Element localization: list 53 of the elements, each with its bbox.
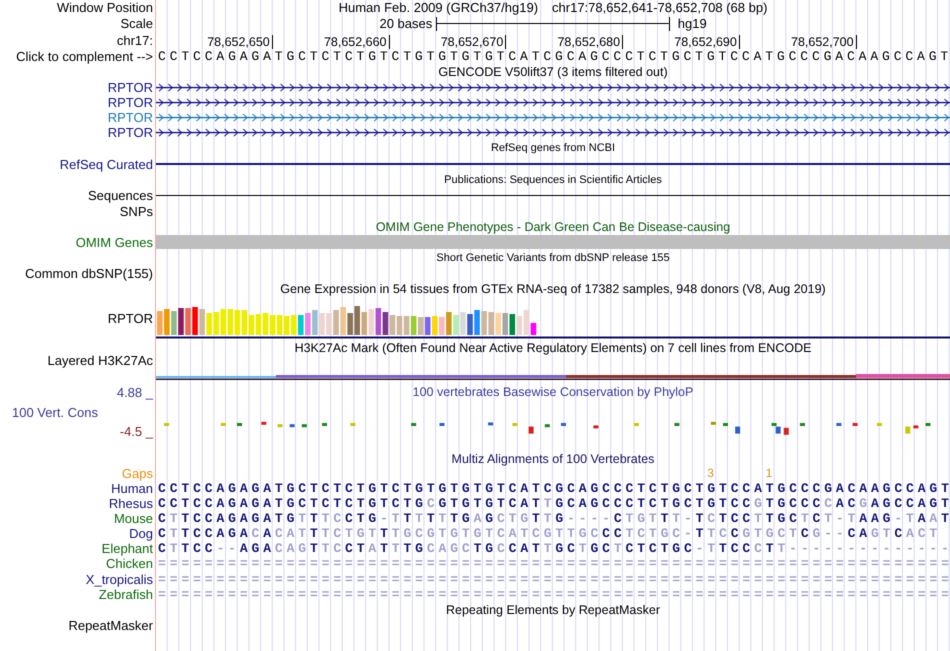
track-title: Publications: Sequences in Scientific Articles	[444, 174, 662, 186]
complement-link[interactable]: Click to complement -->	[0, 48, 155, 64]
track-label: Scale	[119, 16, 154, 32]
track-title: 100 vertebrates Basewise Conservation by PhyloP	[412, 385, 694, 400]
gap-count: 1	[764, 466, 774, 480]
track-label: Window Position	[56, 0, 154, 16]
ruler-tick-label: 78,652,690	[623, 34, 740, 49]
ruler-tick-label: 78,652,680	[506, 34, 624, 49]
track-label[interactable]: RPTOR	[0, 80, 155, 95]
axis-max-label: 4.88 _	[116, 385, 153, 400]
track-label[interactable]: Layered H3K27Ac	[0, 353, 155, 368]
track-title: Gene Expression in 54 tissues from GTEx RNA-seq of 17382 samples, 948 donors (V8, Aug 2019)	[280, 282, 826, 296]
species-label[interactable]: Elephant	[0, 541, 155, 556]
ruler-tick-label: 78,652,670	[390, 34, 506, 49]
assembly-text: hg19	[676, 16, 708, 32]
track-label[interactable]: Common dbSNP(155)	[0, 266, 155, 282]
species-label[interactable]: Zebrafish	[0, 586, 155, 602]
species-label[interactable]: Rhesus	[0, 496, 155, 511]
track-title: Multiz Alignments of 100 Vertebrates	[452, 452, 654, 466]
track-title: OMIM Gene Phenotypes - Dark Green Can Be Disease-causing	[376, 220, 730, 234]
axis-min-label: -4.5 _	[118, 424, 153, 440]
track-title: RefSeq genes from NCBI	[490, 142, 616, 154]
track-label[interactable]: RPTOR	[0, 110, 155, 126]
scale-text: 20 bases	[378, 16, 434, 32]
species-label[interactable]: Mouse	[0, 510, 155, 526]
species-label[interactable]: Human	[0, 480, 155, 496]
ruler-tick-label: 78,652,700	[740, 34, 857, 49]
track-title: Short Genetic Variants from dbSNP release 155	[436, 252, 670, 264]
track-title: GENCODE V50lift37 (3 items filtered out)	[438, 64, 668, 79]
dna-sequence[interactable]: CCTCCAGAGATGCTCTCTGTCTGTGTGTGTCATCGCAGCCCTCTGCTGTCCATGCCCGACAAGCCAGT	[156, 48, 950, 64]
track-label[interactable]: Sequences	[0, 188, 155, 204]
track-title: Repeating Elements by RepeatMasker	[446, 602, 660, 617]
track-label[interactable]: RefSeq Curated	[0, 156, 155, 172]
track-title: H3K27Ac Mark (Often Found Near Active Regulatory Elements) on 7 cell lines from ENCODE	[294, 340, 812, 355]
species-label[interactable]: Dog	[0, 526, 155, 542]
track-label[interactable]: 100 Vert. Cons	[0, 404, 153, 420]
track-label[interactable]: RPTOR	[0, 297, 155, 326]
track-label: chr17:	[116, 32, 154, 48]
ruler-tick-label: 78,652,660	[272, 34, 390, 49]
gap-count: 3	[706, 466, 715, 480]
track-label[interactable]: OMIM Genes	[0, 234, 155, 250]
ruler-tick-label: 78,652,650	[156, 34, 273, 49]
track-label[interactable]: SNPs	[0, 204, 155, 219]
aligned-sequence: ====================================================================	[157, 572, 950, 587]
assembly-text: Human Feb. 2009 (GRCh37/hg19)	[338, 0, 538, 16]
aligned-sequence: ====================================================================	[157, 586, 950, 602]
track-label[interactable]: RPTOR	[0, 125, 155, 140]
track-label[interactable]: RPTOR	[0, 94, 155, 110]
position-text: chr17:78,652,641-78,652,708 (68 bp)	[552, 0, 768, 16]
species-label[interactable]: Chicken	[0, 556, 155, 572]
species-label[interactable]: X_tropicalis	[0, 572, 155, 587]
aligned-sequence: ====================================================================	[157, 556, 950, 572]
track-label[interactable]: RepeatMasker	[0, 618, 155, 633]
